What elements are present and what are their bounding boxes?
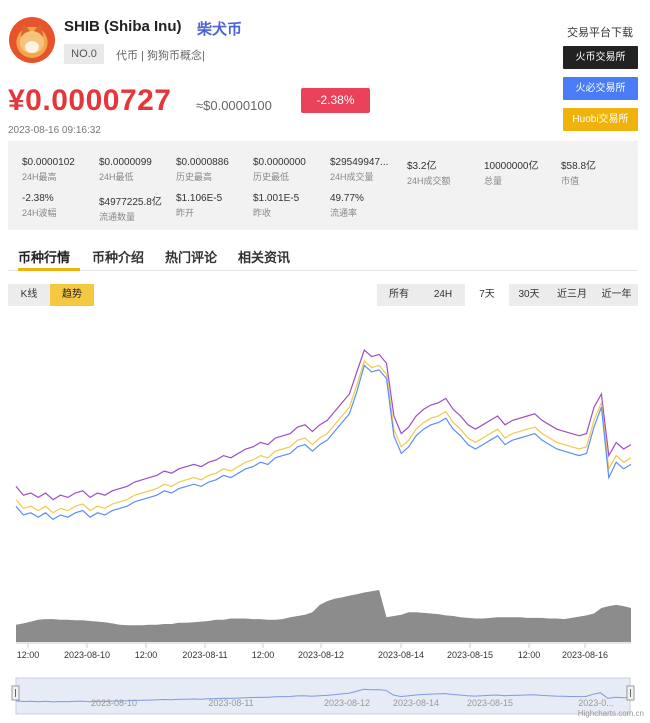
timestamp: 2023-08-16 09:16:32 [8,125,101,136]
time-range-selector: 所有 24H 7天 30天 近三月 近一年 [377,284,638,306]
rank-badge: NO.0 [64,44,104,64]
price-usd: ≈$0.0000100 [196,98,272,113]
navigator-tick-label: 2023-08-10 [91,698,137,708]
stat-total-supply: 10000000亿 总量 [484,161,539,186]
volume-area [16,590,631,642]
stat-market-cap: $58.8亿 市值 [561,161,597,186]
coin-tags: 代币 | 狗狗币概念| [116,50,205,62]
tab-news[interactable]: 相关资讯 [238,247,290,266]
navigator-tick-label: 2023-0... [578,698,614,708]
stat-circulating: $4977225.8亿 流通数量 [99,197,162,222]
x-tick-label: 12:00 [17,650,40,660]
x-tick-label: 2023-08-15 [447,650,493,660]
tab-intro[interactable]: 币种介绍 [92,247,144,266]
stat-24h-low: $0.0000099 24H最低 [99,157,152,182]
exchange-button-huobi-new[interactable]: 火必交易所 [563,77,638,100]
x-tick-label: 2023-08-11 [182,650,227,660]
price-series-line-0 [15,348,632,501]
shib-logo [9,17,55,63]
stat-24h-high: $0.0000102 24H最高 [22,157,75,182]
content-tabs: 币种行情 币种介绍 热门评论 相关资讯 [8,243,638,271]
stat-24h-turnover: $3.2亿 24H成交额 [407,161,451,186]
range-3m[interactable]: 近三月 [549,284,595,306]
exchange-download-title: 交易平台下载 [567,27,633,39]
stats-panel: $0.0000102 24H最高 $0.0000099 24H最低 $0.00008… [8,141,638,230]
kline-toggle[interactable]: K线 [8,284,50,306]
trend-toggle[interactable]: 趋势 [50,284,94,306]
x-tick-label: 2023-08-12 [298,650,344,660]
range-30d[interactable]: 30天 [509,284,549,306]
navigator-tick-label: 2023-08-11 [208,698,253,708]
x-tick-label: 2023-08-16 [562,650,608,660]
price-trend-chart: 12:00 2023-08-10 12:00 2023-08-11 12:00 2023-… [11,348,635,715]
x-tick-label: 12:00 [518,650,541,660]
exchange-button-huobi[interactable]: 火币交易所 [563,46,638,69]
stat-yesterday-open: $1.106E-5 昨开 [176,193,223,218]
navigator-tick-label: 2023-08-12 [324,698,370,708]
stat-yesterday-close: $1.001E-5 昨收 [253,193,300,218]
x-tick-label: 2023-08-14 [378,650,424,660]
range-1y[interactable]: 近一年 [595,284,638,306]
range-24h[interactable]: 24H [421,284,465,306]
range-all[interactable]: 所有 [377,284,421,306]
stat-24h-amplitude: -2.38% 24H波幅 [22,193,57,218]
navigator-tick-label: 2023-08-14 [393,698,439,708]
coin-chinese-name: 柴犬币 [197,21,243,38]
active-tab-underline [18,268,80,271]
x-tick-label: 12:00 [252,650,275,660]
stat-circulation-rate: 49.77% 流通率 [330,193,364,218]
logo-snout [25,41,39,53]
navigator-tick-label: 2023-08-15 [467,698,513,708]
x-tick-label: 12:00 [135,650,158,660]
tab-comments[interactable]: 热门评论 [165,247,217,266]
range-7d[interactable]: 7天 [465,284,509,306]
stat-24h-volume: $29549947... 24H成交量 [330,157,389,182]
x-tick-label: 2023-08-10 [64,650,110,660]
price-series-line-2 [15,364,632,521]
stat-atl: $0.0000000 历史最低 [253,157,306,182]
exchange-button-huobi-global[interactable]: Huobi交易所 [563,108,638,131]
stat-ath: $0.0000886 历史最高 [176,157,229,182]
chart-credit: Highcharts.com.cn [577,709,644,718]
coin-name: SHIB (Shiba Inu) [64,18,182,35]
tab-market[interactable]: 币种行情 [18,247,70,266]
price-cny: ¥0.0000727 [8,84,172,117]
change-badge: -2.38% [301,88,370,113]
